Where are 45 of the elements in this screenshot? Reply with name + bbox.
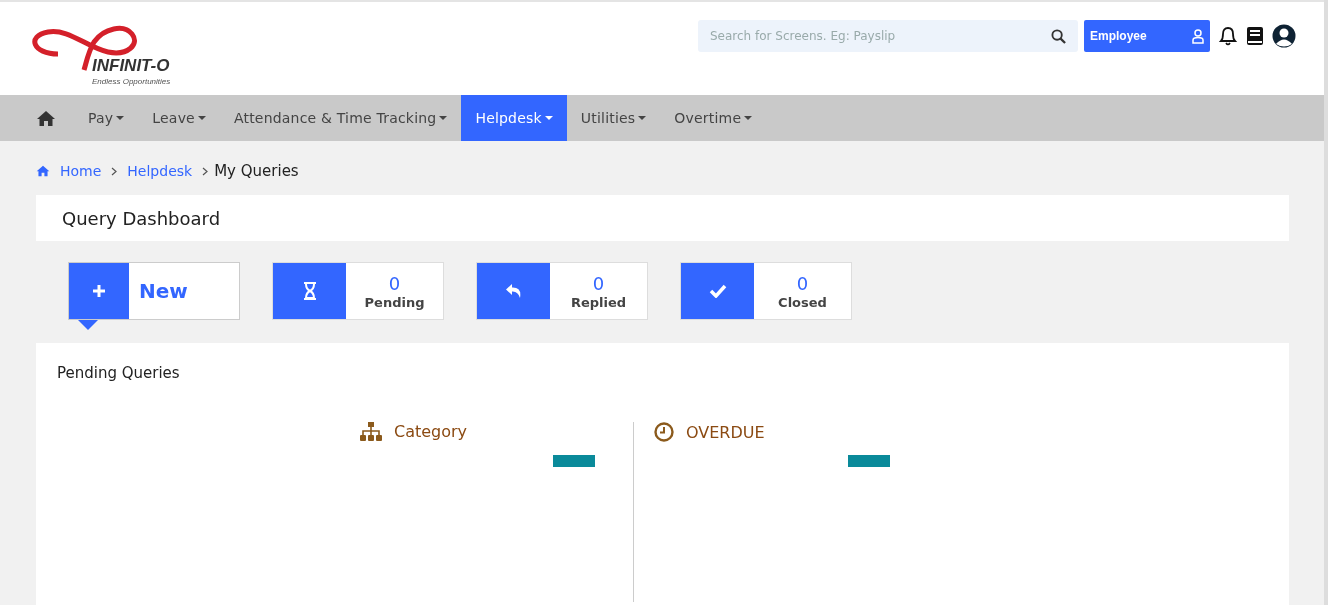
query-tile[interactable]: 0 Replied bbox=[476, 262, 648, 320]
tile-count: 0 bbox=[796, 272, 809, 295]
chevron-icon bbox=[111, 166, 118, 176]
nav-menu-item[interactable]: Attendance & Time Tracking bbox=[219, 95, 462, 141]
page-title: Query Dashboard bbox=[62, 207, 221, 229]
chevron-icon bbox=[202, 166, 209, 176]
tile-count: 0 bbox=[388, 272, 401, 295]
hourglass-icon bbox=[302, 282, 317, 300]
nav-menu-item[interactable]: Pay bbox=[74, 95, 139, 141]
avatar-icon[interactable] bbox=[1272, 24, 1296, 48]
tile-label: Closed bbox=[778, 294, 827, 310]
home-icon[interactable] bbox=[36, 109, 56, 127]
breadcrumb-current: My Queries bbox=[214, 162, 299, 180]
nav-menu-item[interactable]: Utilities bbox=[566, 95, 661, 141]
legend-swatch bbox=[848, 455, 890, 467]
nav-menu-item[interactable]: Overtime bbox=[660, 95, 767, 141]
panel-title: Pending Queries bbox=[57, 364, 180, 382]
nav-menu-item[interactable]: Helpdesk bbox=[461, 95, 567, 141]
reply-arrow-icon bbox=[504, 283, 523, 299]
user-icon bbox=[1192, 28, 1204, 44]
logo-name: INFINIT-O bbox=[92, 56, 170, 76]
tile-label: New bbox=[139, 279, 188, 303]
tile-label: Replied bbox=[570, 294, 627, 310]
legend-swatch bbox=[553, 455, 595, 467]
query-tile[interactable]: 0 Pending bbox=[272, 262, 444, 320]
search-field[interactable]: Search for Screens. Eg: Payslip bbox=[698, 20, 1078, 52]
query-tile[interactable]: 0 Closed bbox=[680, 262, 852, 320]
hierarchy-icon bbox=[360, 422, 382, 441]
section-title: OVERDUE bbox=[686, 422, 765, 442]
tile-count: 0 bbox=[592, 272, 605, 295]
check-icon bbox=[708, 284, 727, 298]
plus-icon bbox=[92, 284, 106, 298]
nav-menu-item[interactable]: Leave bbox=[138, 95, 220, 141]
book-icon[interactable] bbox=[1246, 26, 1264, 46]
bell-icon[interactable] bbox=[1218, 25, 1238, 47]
section-title: Category bbox=[394, 422, 468, 441]
employee-button[interactable]: Employee bbox=[1084, 20, 1210, 52]
search-icon bbox=[1051, 29, 1066, 44]
breadcrumb-link[interactable]: Home bbox=[60, 163, 102, 179]
pointer-icon bbox=[78, 320, 98, 330]
clock-icon bbox=[654, 422, 674, 442]
home-icon bbox=[36, 165, 50, 177]
tile-label: Pending bbox=[364, 294, 425, 310]
breadcrumb-link[interactable]: Helpdesk bbox=[127, 163, 193, 179]
logo-tagline: Endless Opportunities bbox=[92, 77, 171, 86]
